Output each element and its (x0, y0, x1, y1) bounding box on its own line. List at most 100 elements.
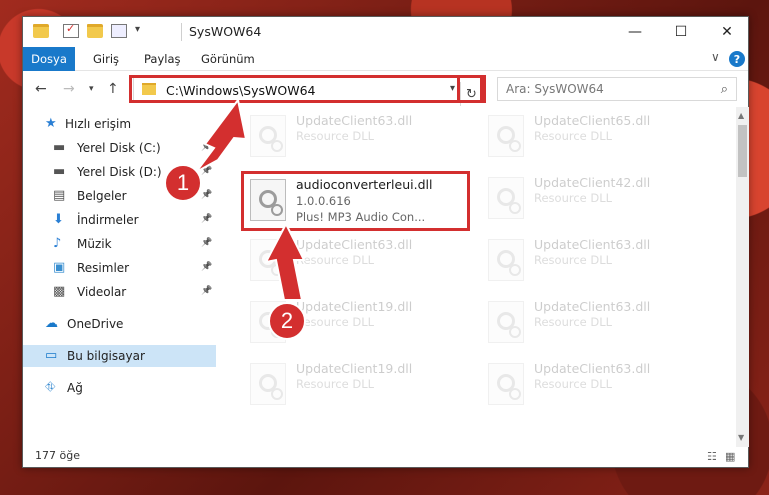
file-item[interactable]: UpdateClient63.dll Resource DLL (484, 357, 714, 415)
cloud-icon: ☁ (45, 316, 58, 331)
sidebar-item-label: Resimler (77, 261, 130, 275)
gear-icon (271, 264, 283, 276)
pin-icon[interactable]: 📌 (201, 166, 212, 176)
file-item[interactable]: UpdateClient65.dll Resource DLL (484, 109, 714, 167)
sidebar-item[interactable]: ★ Hızlı erişim (23, 113, 216, 135)
dll-file-icon (488, 239, 524, 281)
step-2-badge: 2 (268, 302, 306, 340)
pin-icon[interactable]: 📌 (201, 142, 212, 152)
pin-icon[interactable]: 📌 (201, 262, 212, 272)
gear-icon (509, 388, 521, 400)
file-explorer-window: ✓ ▾ SysWOW64 — ☐ ✕ Dosya Giriş Paylaş Gö… (22, 16, 749, 468)
file-type: Resource DLL (534, 129, 613, 143)
qat-dropdown-icon[interactable]: ▾ (135, 24, 140, 35)
file-type: Resource DLL (534, 191, 613, 205)
gear-icon (271, 140, 283, 152)
up-arrow-icon[interactable]: ↑ (107, 81, 119, 97)
maximize-button[interactable]: ☐ (658, 17, 704, 47)
gear-icon (509, 326, 521, 338)
search-box[interactable]: Ara: SysWOW64 ⌕ (497, 77, 737, 101)
sidebar-item[interactable]: ▩ Videolar 📌 (23, 281, 216, 303)
back-arrow-icon[interactable]: ← (35, 81, 47, 97)
sidebar-item-label: Videolar (77, 285, 127, 299)
sidebar-item-label: OneDrive (67, 317, 124, 331)
pin-icon[interactable]: 📌 (201, 190, 212, 200)
file-item[interactable]: UpdateClient19.dll Resource DLL (246, 357, 476, 415)
sidebar-item[interactable]: ⛗ Ağ (23, 377, 216, 399)
file-item[interactable]: UpdateClient63.dll Resource DLL (484, 233, 714, 291)
details-view-icon[interactable]: ☷ (707, 450, 717, 463)
customize-qat-icon[interactable] (111, 24, 127, 38)
gear-icon (509, 264, 521, 276)
file-item[interactable]: UpdateClient63.dll Resource DLL (246, 233, 476, 291)
new-folder-icon[interactable] (87, 24, 103, 38)
music-icon: ♪ (53, 236, 62, 251)
file-type: Resource DLL (296, 253, 375, 267)
computer-icon: ▭ (45, 348, 58, 363)
dll-file-icon (488, 115, 524, 157)
recent-locations-icon[interactable]: ▾ (89, 84, 94, 94)
file-name: UpdateClient65.dll (534, 113, 651, 128)
large-icons-view-icon[interactable]: ▦ (725, 450, 735, 463)
ribbon-tabs: Dosya Giriş Paylaş Görünüm ∨ ? (23, 47, 748, 71)
file-name: UpdateClient63.dll (534, 361, 651, 376)
sidebar-item[interactable]: ▭ Bu bilgisayar (23, 345, 216, 367)
title-separator (181, 23, 182, 41)
sidebar-item[interactable]: ▬ Yerel Disk (C:) 📌 (23, 137, 216, 159)
status-bar: 177 öğe ☷ ▦ (23, 445, 748, 467)
pin-icon[interactable]: 📌 (201, 238, 212, 248)
scrollbar-thumb[interactable] (738, 125, 747, 177)
file-type: Resource DLL (296, 315, 375, 329)
forward-arrow-icon[interactable]: → (63, 81, 75, 97)
file-item[interactable]: UpdateClient63.dll Resource DLL (484, 295, 714, 353)
sidebar-item[interactable]: ▣ Resimler 📌 (23, 257, 216, 279)
file-name: UpdateClient19.dll (296, 361, 413, 376)
documents-icon: ▤ (53, 188, 66, 203)
tab-home[interactable]: Giriş (93, 47, 119, 71)
properties-icon[interactable]: ✓ (63, 22, 79, 38)
dll-file-icon (250, 363, 286, 405)
tab-file[interactable]: Dosya (23, 47, 75, 71)
file-name: UpdateClient63.dll (534, 237, 651, 252)
pictures-icon: ▣ (53, 260, 66, 275)
ribbon-expand-icon[interactable]: ∨ (711, 50, 720, 64)
help-icon[interactable]: ? (729, 51, 745, 67)
pin-icon[interactable]: 📌 (201, 286, 212, 296)
dll-file-icon (488, 301, 524, 343)
dll-file-icon (250, 115, 286, 157)
sidebar-item[interactable]: ☁ OneDrive (23, 313, 216, 335)
search-input[interactable]: Ara: SysWOW64 (506, 82, 604, 96)
sidebar-item-label: Ağ (67, 381, 83, 395)
file-name: UpdateClient63.dll (296, 237, 413, 252)
vertical-scrollbar[interactable]: ▲ ▼ (736, 107, 749, 447)
minimize-button[interactable]: — (612, 17, 658, 47)
close-button[interactable]: ✕ (704, 17, 750, 47)
file-name: UpdateClient63.dll (296, 113, 413, 128)
sidebar-item-label: Yerel Disk (C:) (77, 141, 161, 155)
file-name: UpdateClient63.dll (534, 299, 651, 314)
scroll-up-icon[interactable]: ▲ (738, 111, 744, 120)
title-bar: ✓ ▾ SysWOW64 — ☐ ✕ (23, 17, 748, 47)
pin-icon[interactable]: 📌 (201, 214, 212, 224)
search-icon[interactable]: ⌕ (721, 82, 728, 97)
drive-icon: ▬ (53, 164, 66, 179)
sidebar-item-label: Hızlı erişim (65, 117, 132, 131)
file-item[interactable]: UpdateClient63.dll Resource DLL (246, 109, 476, 167)
sidebar-item-label: Bu bilgisayar (67, 349, 145, 363)
gear-icon (271, 388, 283, 400)
videos-icon: ▩ (53, 284, 66, 299)
file-type: Resource DLL (534, 253, 613, 267)
file-item[interactable]: UpdateClient42.dll Resource DLL (484, 171, 714, 229)
sidebar-item[interactable]: ⬇ İndirmeler 📌 (23, 209, 216, 231)
folder-icon (33, 24, 49, 38)
scroll-down-icon[interactable]: ▼ (738, 433, 744, 442)
dll-file-icon (488, 363, 524, 405)
file-name: UpdateClient42.dll (534, 175, 651, 190)
dll-file-icon (488, 177, 524, 219)
tab-view[interactable]: Görünüm (201, 47, 255, 71)
sidebar-item[interactable]: ♪ Müzik 📌 (23, 233, 216, 255)
dll-file-icon (250, 239, 286, 281)
tab-share[interactable]: Paylaş (144, 47, 181, 71)
drive-icon: ▬ (53, 140, 66, 155)
address-highlight-box (129, 75, 486, 103)
